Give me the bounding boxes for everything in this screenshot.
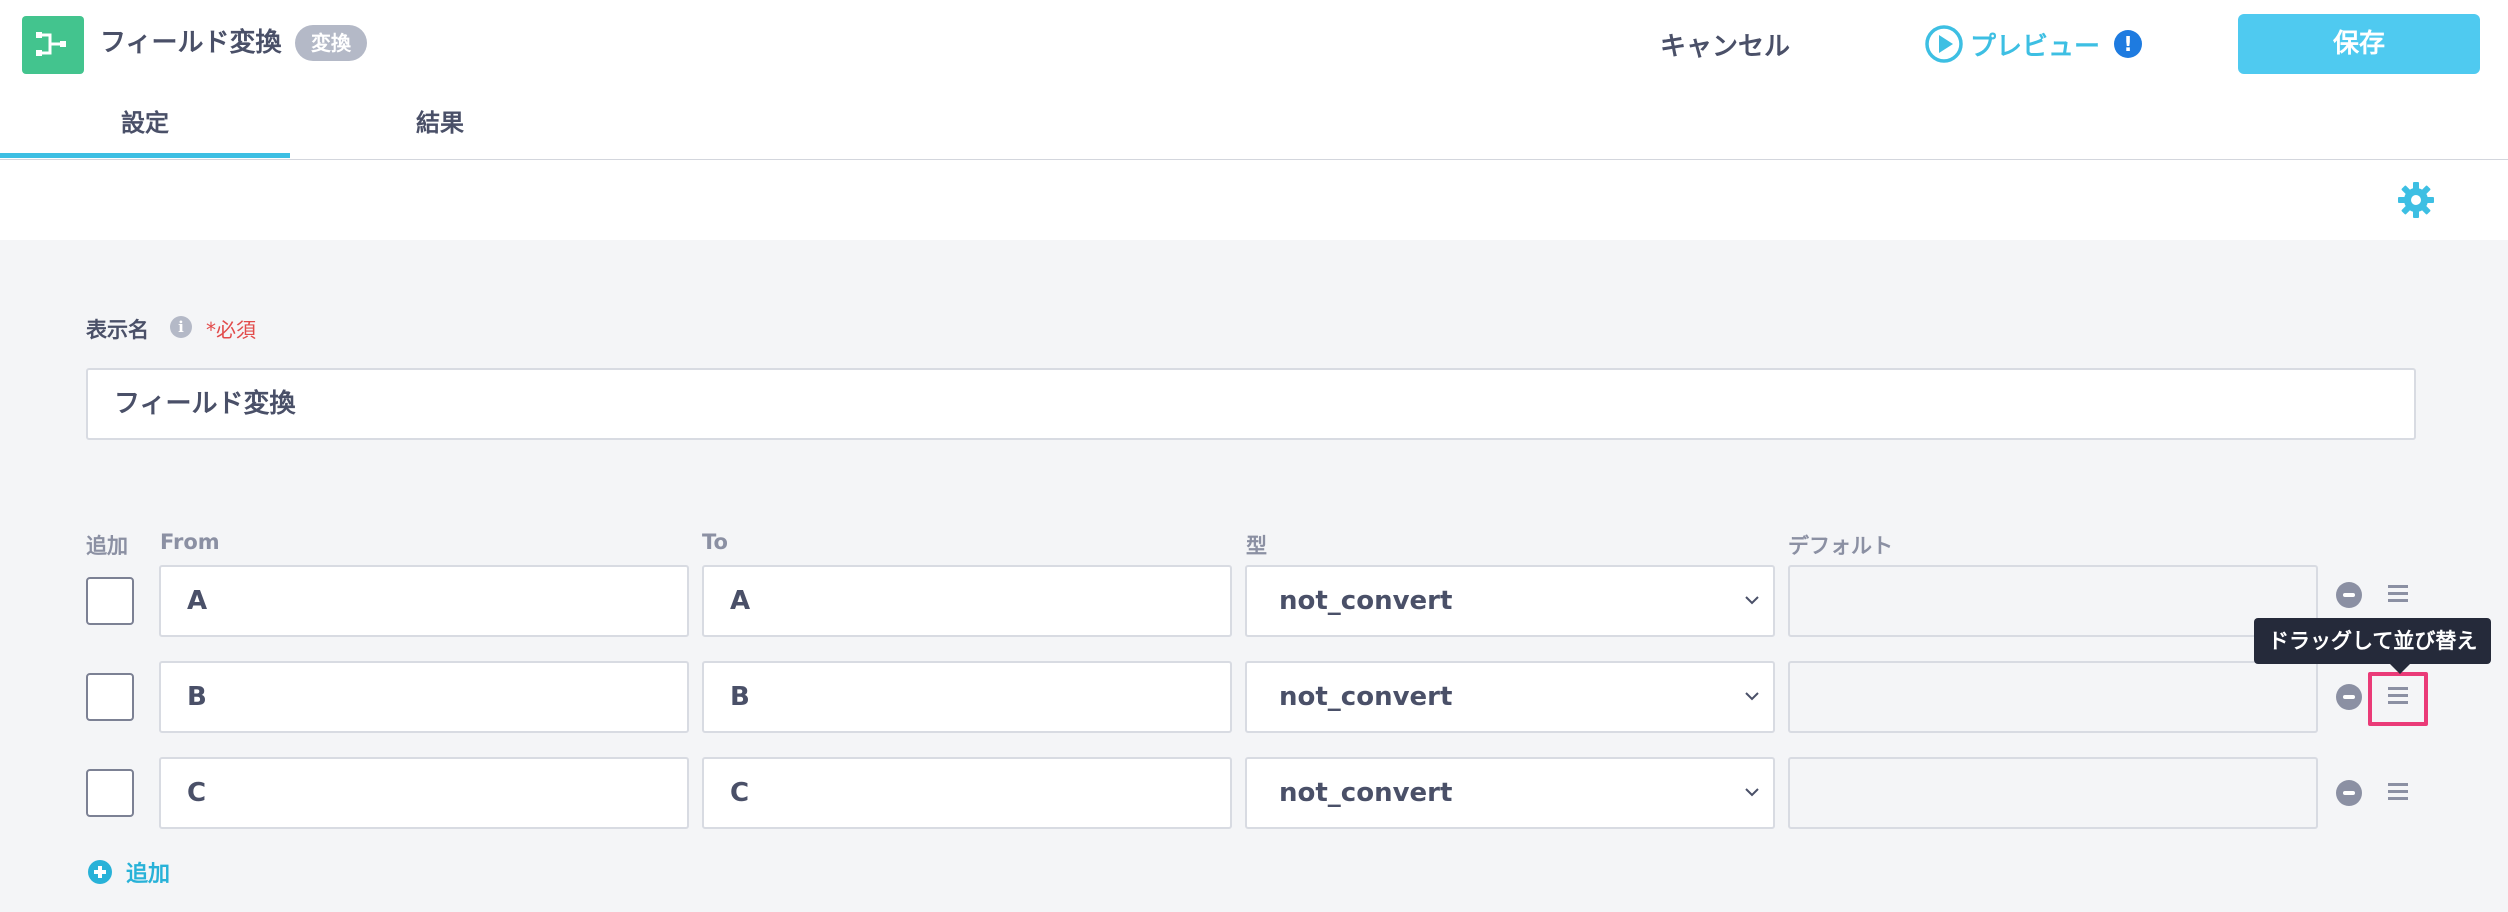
chevron-down-icon xyxy=(1745,788,1759,797)
remove-row-icon[interactable] xyxy=(2336,780,2362,806)
display-name-input[interactable]: フィールド変換 xyxy=(86,368,2416,440)
add-row-button[interactable]: 追加 xyxy=(88,856,170,888)
drag-handle-icon[interactable] xyxy=(2386,582,2410,606)
required-marker: *必須 xyxy=(206,318,256,342)
tab-results[interactable]: 結果 xyxy=(350,90,530,158)
info-icon[interactable]: i xyxy=(170,316,192,338)
column-header-to: To xyxy=(702,530,728,554)
display-name-label: 表示名 xyxy=(86,318,149,342)
remove-row-icon[interactable] xyxy=(2336,684,2362,710)
type-select[interactable]: not_convert xyxy=(1245,757,1775,829)
to-field-input[interactable]: B xyxy=(702,661,1232,733)
settings-toolbar xyxy=(0,160,2508,240)
page-title: フィールド変換 xyxy=(100,28,282,58)
from-field-input[interactable]: A xyxy=(159,565,689,637)
to-field-input[interactable]: A xyxy=(702,565,1232,637)
save-button[interactable]: 保存 xyxy=(2238,14,2480,74)
drag-tooltip: ドラッグして並び替え xyxy=(2254,618,2492,674)
type-select-value: not_convert xyxy=(1279,682,1453,712)
cancel-button[interactable]: キャンセル xyxy=(1660,26,1790,63)
column-header-add: 追加 xyxy=(86,534,128,558)
preview-label: プレビュー xyxy=(1970,31,2101,62)
type-select[interactable]: not_convert xyxy=(1245,565,1775,637)
chevron-down-icon xyxy=(1745,692,1759,701)
play-circle-icon xyxy=(1925,25,1963,63)
plus-circle-icon xyxy=(88,860,112,884)
category-badge: 変換 xyxy=(295,25,367,61)
tab-bar: 設定 結果 xyxy=(0,90,2508,160)
tab-settings[interactable]: 設定 xyxy=(0,90,290,158)
row-add-checkbox[interactable] xyxy=(86,577,134,625)
from-field-input[interactable]: B xyxy=(159,661,689,733)
type-select[interactable]: not_convert xyxy=(1245,661,1775,733)
preview-button[interactable]: プレビュー ! xyxy=(1924,22,2143,66)
row-add-checkbox[interactable] xyxy=(86,769,134,817)
drag-handle-icon[interactable] xyxy=(2386,780,2410,804)
chevron-down-icon xyxy=(1745,596,1759,605)
gear-icon[interactable] xyxy=(2396,180,2436,220)
column-header-from: From xyxy=(160,530,220,554)
from-field-input[interactable]: C xyxy=(159,757,689,829)
type-select-value: not_convert xyxy=(1279,778,1453,808)
column-header-type: 型 xyxy=(1246,534,1267,558)
type-select-value: not_convert xyxy=(1279,586,1453,616)
default-value-input[interactable] xyxy=(1788,661,2318,733)
default-value-input[interactable] xyxy=(1788,757,2318,829)
alert-icon: ! xyxy=(2114,30,2143,58)
to-field-input[interactable]: C xyxy=(702,757,1232,829)
row-add-checkbox[interactable] xyxy=(86,673,134,721)
flow-node-icon xyxy=(22,16,84,74)
default-value-input[interactable] xyxy=(1788,565,2318,637)
add-row-label: 追加 xyxy=(126,862,171,887)
column-header-default: デフォルト xyxy=(1788,534,1893,558)
drag-handle-highlight xyxy=(2368,672,2428,726)
remove-row-icon[interactable] xyxy=(2336,582,2362,608)
